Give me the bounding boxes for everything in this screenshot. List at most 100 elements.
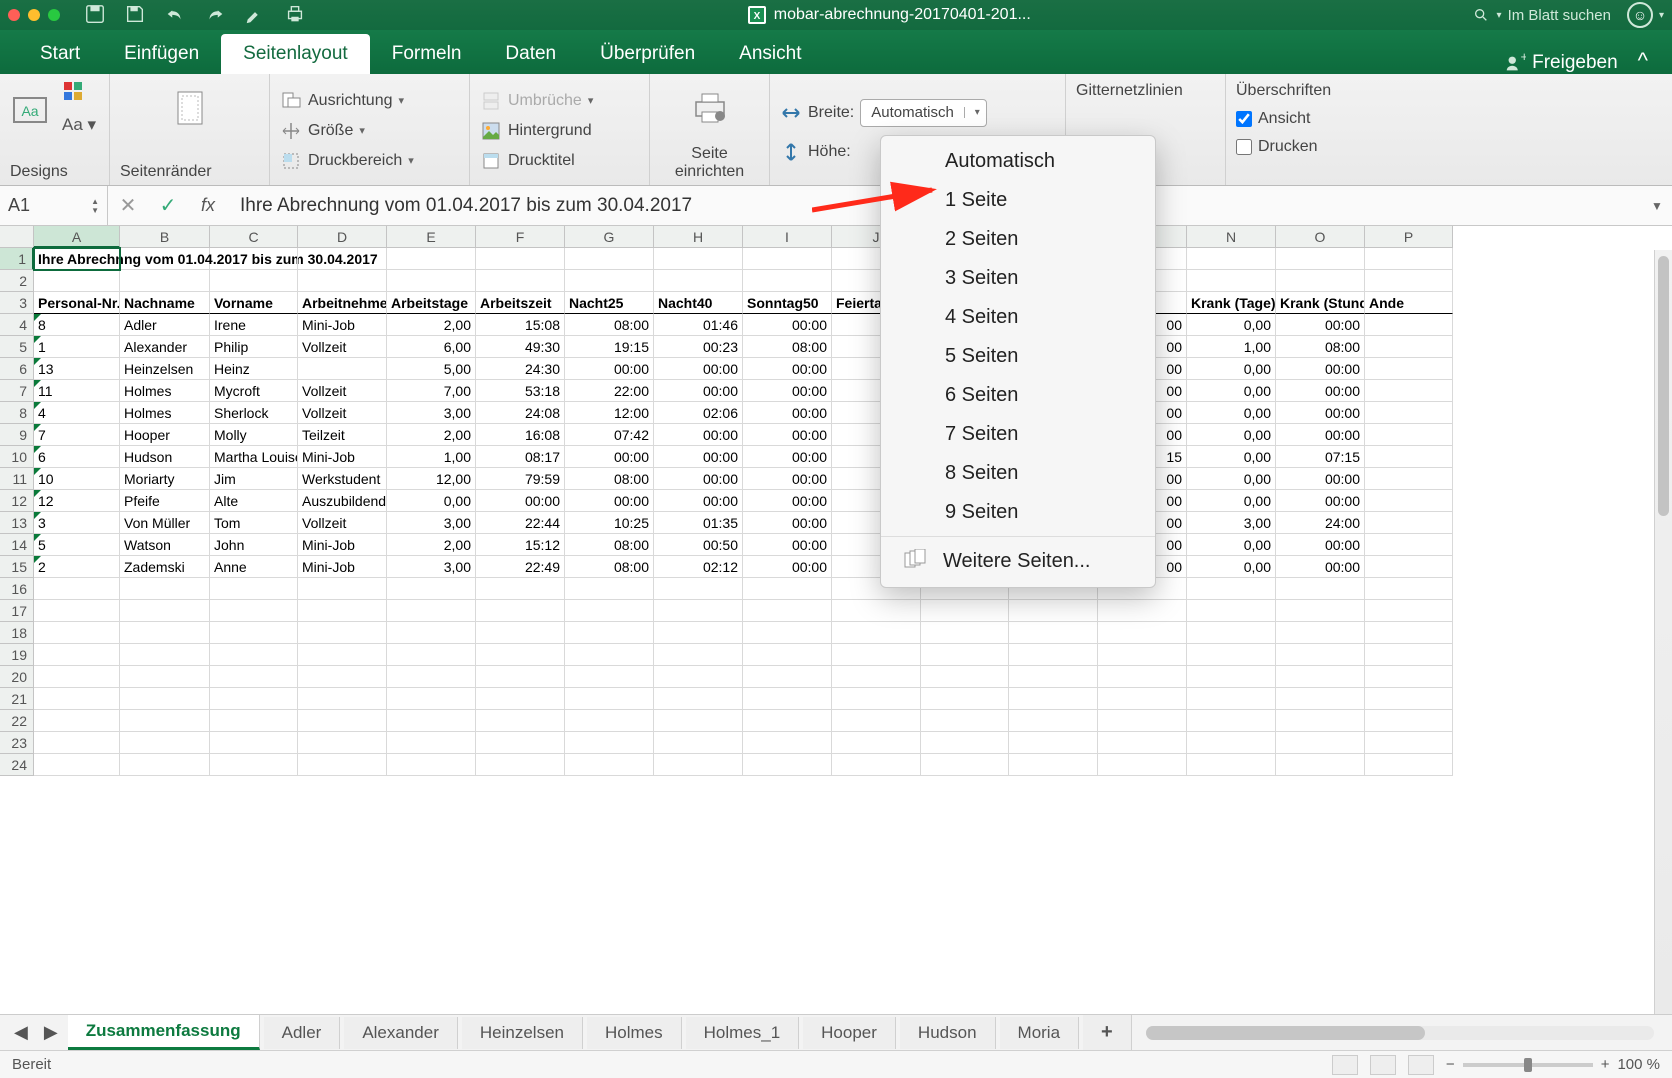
- cell[interactable]: 00:00: [743, 380, 832, 402]
- zoom-out-button[interactable]: −: [1446, 1056, 1455, 1073]
- sheet-nav-next[interactable]: ▶: [38, 1022, 64, 1043]
- cell[interactable]: [1365, 358, 1453, 380]
- cell[interactable]: 0,00: [1187, 556, 1276, 578]
- cell[interactable]: [34, 622, 120, 644]
- cell[interactable]: Mini-Job: [298, 446, 387, 468]
- row-header[interactable]: 2: [0, 270, 34, 292]
- column-header[interactable]: O: [1276, 226, 1365, 248]
- column-header[interactable]: A: [34, 226, 120, 248]
- cell[interactable]: [1365, 754, 1453, 776]
- cell[interactable]: [1098, 622, 1187, 644]
- cell[interactable]: [743, 732, 832, 754]
- cell[interactable]: [34, 710, 120, 732]
- print-icon[interactable]: [284, 3, 306, 28]
- cell[interactable]: 00:00: [654, 424, 743, 446]
- cell[interactable]: [1187, 270, 1276, 292]
- row-header[interactable]: 6: [0, 358, 34, 380]
- cell[interactable]: 11: [34, 380, 120, 402]
- cell[interactable]: [1365, 336, 1453, 358]
- size-button[interactable]: Größe: [280, 120, 459, 142]
- cell[interactable]: [210, 710, 298, 732]
- cell[interactable]: [1098, 710, 1187, 732]
- cell[interactable]: [298, 732, 387, 754]
- cell[interactable]: [34, 270, 120, 292]
- cell[interactable]: Teilzeit: [298, 424, 387, 446]
- cell[interactable]: [120, 270, 210, 292]
- cell[interactable]: 0,00: [1187, 534, 1276, 556]
- dropdown-item-7pages[interactable]: 7 Seiten: [881, 415, 1155, 454]
- cell[interactable]: [565, 666, 654, 688]
- cell[interactable]: 22:44: [476, 512, 565, 534]
- cell[interactable]: 0,00: [1187, 490, 1276, 512]
- cell[interactable]: [654, 710, 743, 732]
- cell[interactable]: 00:00: [743, 446, 832, 468]
- cell[interactable]: [476, 710, 565, 732]
- cell[interactable]: [1276, 644, 1365, 666]
- feedback-button[interactable]: ☺: [1627, 2, 1653, 28]
- cell[interactable]: 00:23: [654, 336, 743, 358]
- cell[interactable]: [921, 688, 1009, 710]
- cell[interactable]: Von Müller: [120, 512, 210, 534]
- cell[interactable]: 12,00: [387, 468, 476, 490]
- cell[interactable]: [565, 248, 654, 270]
- row-header[interactable]: 1: [0, 248, 34, 270]
- cell[interactable]: Krank (Tage): [1187, 292, 1276, 314]
- zoom-in-button[interactable]: +: [1601, 1056, 1610, 1073]
- cell[interactable]: [298, 710, 387, 732]
- cell[interactable]: 00:00: [743, 534, 832, 556]
- cell[interactable]: [1365, 622, 1453, 644]
- column-header[interactable]: N: [1187, 226, 1276, 248]
- cell[interactable]: [1365, 578, 1453, 600]
- cell[interactable]: 08:00: [1276, 336, 1365, 358]
- cell[interactable]: [1187, 754, 1276, 776]
- column-header[interactable]: B: [120, 226, 210, 248]
- cell[interactable]: 24:00: [1276, 512, 1365, 534]
- cell[interactable]: Mini-Job: [298, 556, 387, 578]
- cell[interactable]: [654, 754, 743, 776]
- cell[interactable]: [1365, 534, 1453, 556]
- breaks-button[interactable]: Umbrüche: [480, 90, 639, 112]
- row-header[interactable]: 10: [0, 446, 34, 468]
- cell[interactable]: [1009, 754, 1098, 776]
- cell[interactable]: [298, 644, 387, 666]
- view-layout-button[interactable]: [1370, 1055, 1396, 1075]
- cell[interactable]: [654, 248, 743, 270]
- cell[interactable]: Martha Louise: [210, 446, 298, 468]
- cell[interactable]: [654, 644, 743, 666]
- cell[interactable]: 01:46: [654, 314, 743, 336]
- cell[interactable]: 00:00: [743, 490, 832, 512]
- cell[interactable]: [1276, 666, 1365, 688]
- row-header[interactable]: 4: [0, 314, 34, 336]
- cell[interactable]: 0,00: [1187, 424, 1276, 446]
- cell[interactable]: [476, 754, 565, 776]
- cell[interactable]: [476, 688, 565, 710]
- cell[interactable]: [1276, 270, 1365, 292]
- cell[interactable]: [34, 732, 120, 754]
- cell[interactable]: [1365, 666, 1453, 688]
- cell[interactable]: [34, 666, 120, 688]
- cell[interactable]: 22:00: [565, 380, 654, 402]
- cell[interactable]: Ihre Abrechn: [34, 248, 120, 270]
- cell[interactable]: [387, 754, 476, 776]
- cell[interactable]: 13: [34, 358, 120, 380]
- cell[interactable]: [743, 600, 832, 622]
- cell[interactable]: 07:15: [1276, 446, 1365, 468]
- cell[interactable]: 00:00: [743, 468, 832, 490]
- cell[interactable]: [298, 666, 387, 688]
- cell[interactable]: [387, 688, 476, 710]
- cell[interactable]: [120, 732, 210, 754]
- cell[interactable]: [1276, 248, 1365, 270]
- colors-icon[interactable]: [62, 80, 96, 107]
- cell[interactable]: 3,00: [1187, 512, 1276, 534]
- cell[interactable]: 00:00: [654, 358, 743, 380]
- row-header[interactable]: 15: [0, 556, 34, 578]
- cell[interactable]: 19:15: [565, 336, 654, 358]
- cell[interactable]: Heinz: [210, 358, 298, 380]
- cell[interactable]: Hooper: [120, 424, 210, 446]
- cell[interactable]: Werkstudent: [298, 468, 387, 490]
- zoom-control[interactable]: − + 100 %: [1446, 1056, 1660, 1073]
- cell[interactable]: Heinzelsen: [120, 358, 210, 380]
- dropdown-item-more[interactable]: Weitere Seiten...: [881, 541, 1155, 581]
- cell[interactable]: 00:50: [654, 534, 743, 556]
- cell[interactable]: Moriarty: [120, 468, 210, 490]
